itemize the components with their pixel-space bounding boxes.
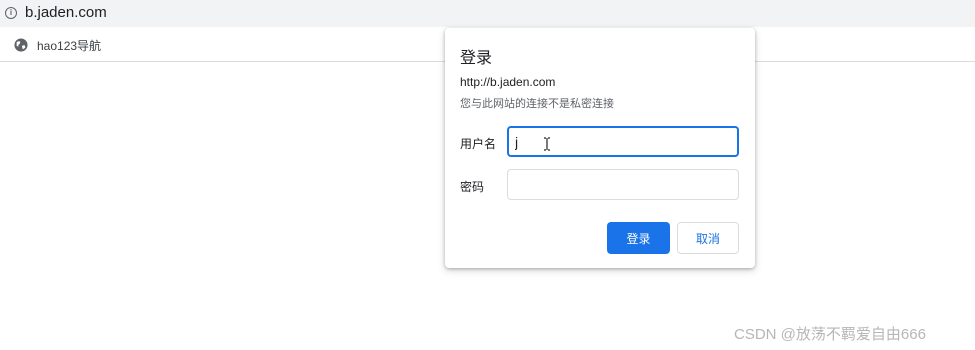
bookmark-label: hao123导航 bbox=[37, 38, 102, 53]
info-icon[interactable]: i bbox=[5, 7, 17, 19]
login-button[interactable]: 登录 bbox=[607, 222, 670, 254]
address-bar[interactable]: i b.jaden.com bbox=[0, 0, 975, 27]
username-field[interactable] bbox=[507, 126, 739, 157]
cancel-button[interactable]: 取消 bbox=[677, 222, 739, 254]
url-text[interactable]: b.jaden.com bbox=[25, 4, 107, 21]
username-label: 用户名 bbox=[460, 137, 497, 151]
bookmark-hao123[interactable]: hao123导航 bbox=[14, 35, 101, 55]
dialog-origin: http://b.jaden.com bbox=[460, 75, 556, 89]
text-cursor-icon bbox=[544, 137, 550, 151]
watermark: CSDN @放荡不羁爱自由666 bbox=[734, 326, 926, 343]
connection-warning: 您与此网站的连接不是私密连接 bbox=[460, 98, 614, 110]
password-label: 密码 bbox=[460, 180, 485, 194]
login-dialog: 登录 http://b.jaden.com 您与此网站的连接不是私密连接 用户名… bbox=[445, 28, 755, 268]
globe-icon bbox=[14, 38, 28, 52]
dialog-title: 登录 bbox=[460, 50, 493, 67]
password-field[interactable] bbox=[507, 169, 739, 200]
